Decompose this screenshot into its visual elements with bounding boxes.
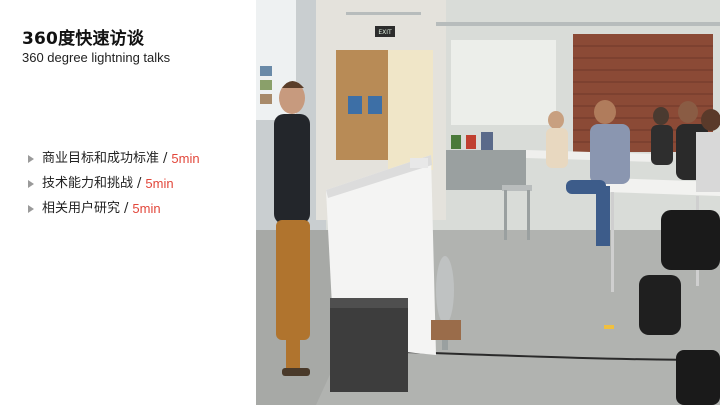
agenda-item-separator: / (137, 175, 142, 191)
exit-sign-text: EXIT (378, 29, 392, 36)
agenda-item: 技术能力和挑战 / 5min (28, 171, 200, 196)
slide-subtitle: 360 degree lightning talks (22, 50, 171, 65)
agenda-list: 商业目标和成功标准 / 5min 技术能力和挑战 / 5min 相关用户研究 /… (28, 146, 200, 221)
meeting-photo: EXIT (256, 0, 720, 405)
slide: 360度快速访谈 360 degree lightning talks 商业目标… (0, 0, 720, 405)
agenda-item-label: 技术能力和挑战 (42, 175, 134, 191)
agenda-item: 商业目标和成功标准 / 5min (28, 146, 200, 171)
agenda-item-separator: / (163, 150, 168, 166)
agenda-item-duration: 5min (145, 175, 174, 191)
slide-title: 360度快速访谈 (22, 29, 145, 49)
agenda-item-duration: 5min (132, 200, 161, 216)
agenda-item-separator: / (124, 200, 129, 216)
agenda-item-label: 相关用户研究 (42, 200, 121, 216)
agenda-item: 相关用户研究 / 5min (28, 196, 200, 221)
agenda-item-label: 商业目标和成功标准 (42, 150, 160, 166)
bullet-triangle-icon (28, 154, 34, 163)
bullet-triangle-icon (28, 179, 34, 188)
bullet-triangle-icon (28, 204, 34, 213)
agenda-item-duration: 5min (171, 150, 200, 166)
